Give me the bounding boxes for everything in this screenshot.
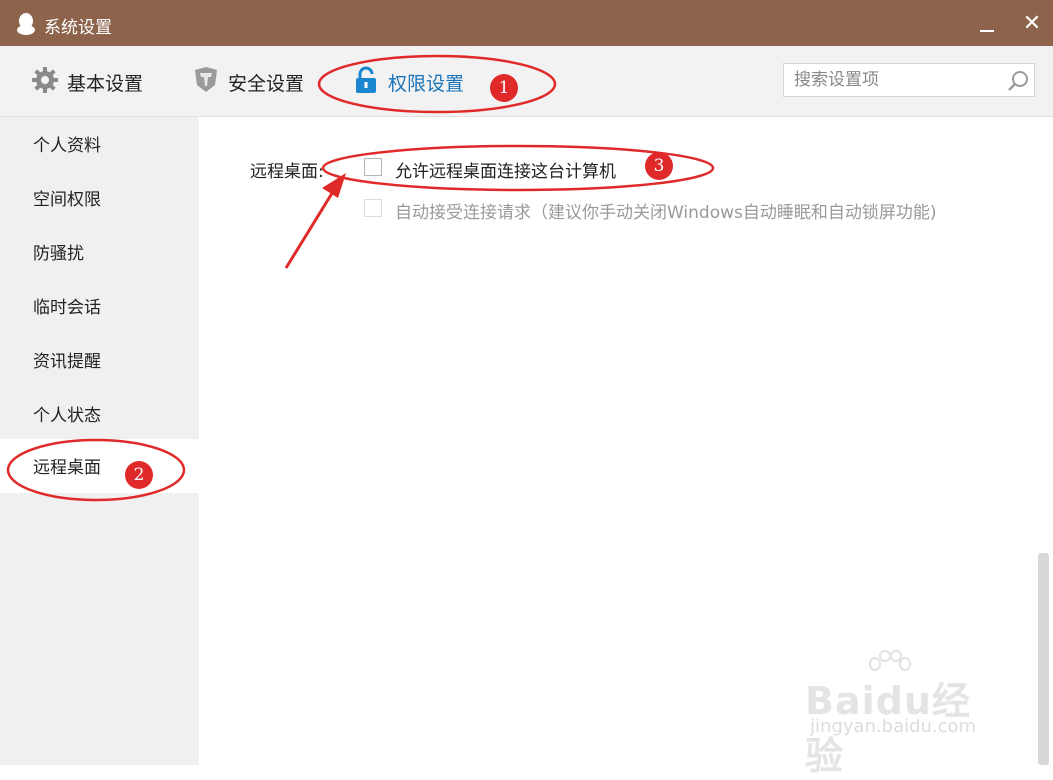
- annotation-badge-2: 2: [125, 461, 153, 489]
- tab-label: 安全设置: [228, 73, 305, 95]
- annotation-badge-3: 3: [645, 152, 673, 180]
- sidebar-item-news-reminder[interactable]: 资讯提醒: [0, 333, 199, 387]
- sidebar-item-label: 个人资料: [33, 136, 101, 156]
- auto-accept-checkbox: [364, 199, 382, 217]
- sidebar-item-remote-desktop[interactable]: 远程桌面: [0, 439, 199, 493]
- settings-sidebar: 个人资料 空间权限 防骚扰 临时会话 资讯提醒 个人状态 远程桌面: [0, 117, 199, 765]
- sidebar-item-label: 个人状态: [33, 406, 101, 426]
- close-button[interactable]: ✕: [1018, 10, 1046, 38]
- sidebar-item-profile[interactable]: 个人资料: [0, 117, 199, 171]
- sidebar-item-label: 防骚扰: [33, 244, 84, 264]
- qq-penguin-icon: [17, 13, 35, 35]
- baidu-watermark: Baidu经验 jingyan.baidu.com: [805, 650, 1005, 778]
- search-icon[interactable]: [1006, 69, 1030, 93]
- tab-label: 权限设置: [388, 73, 465, 95]
- remote-desktop-label: 远程桌面:: [250, 162, 324, 182]
- allow-remote-label[interactable]: 允许远程桌面连接这台计算机: [395, 157, 616, 182]
- minimize-icon: [980, 30, 994, 32]
- sidebar-item-label: 远程桌面: [33, 458, 101, 478]
- tab-label: 基本设置: [67, 73, 144, 95]
- sidebar-item-label: 空间权限: [33, 190, 101, 210]
- watermark-url: jingyan.baidu.com: [810, 716, 977, 737]
- window-title: 系统设置: [44, 18, 112, 38]
- sidebar-item-space-permission[interactable]: 空间权限: [0, 171, 199, 225]
- tab-permission-settings[interactable]: 权限设置: [352, 60, 477, 100]
- allow-remote-checkbox[interactable]: [364, 158, 382, 176]
- shield-icon: [195, 67, 217, 92]
- search-box[interactable]: [783, 63, 1035, 97]
- sidebar-item-label: 临时会话: [33, 298, 101, 318]
- auto-accept-label: 自动接受连接请求（建议你手动关闭Windows自动睡眠和自动锁屏功能): [395, 203, 937, 223]
- title-bar: 系统设置 ✕: [0, 0, 1053, 46]
- lock-icon: [356, 66, 376, 93]
- minimize-button[interactable]: [974, 12, 1000, 38]
- tab-basic-settings[interactable]: 基本设置: [31, 60, 161, 100]
- sidebar-item-label: 资讯提醒: [33, 352, 101, 372]
- sidebar-item-temp-session[interactable]: 临时会话: [0, 279, 199, 333]
- sidebar-item-personal-status[interactable]: 个人状态: [0, 387, 199, 441]
- sidebar-item-anti-harassment[interactable]: 防骚扰: [0, 225, 199, 279]
- annotation-badge-1: 1: [490, 74, 518, 102]
- tab-security-settings[interactable]: 安全设置: [192, 60, 317, 100]
- gear-icon: [32, 67, 58, 93]
- search-input[interactable]: [794, 67, 994, 93]
- settings-toolbar: 基本设置 安全设置 权限设置: [0, 46, 1053, 117]
- scrollbar-thumb[interactable]: [1038, 553, 1049, 765]
